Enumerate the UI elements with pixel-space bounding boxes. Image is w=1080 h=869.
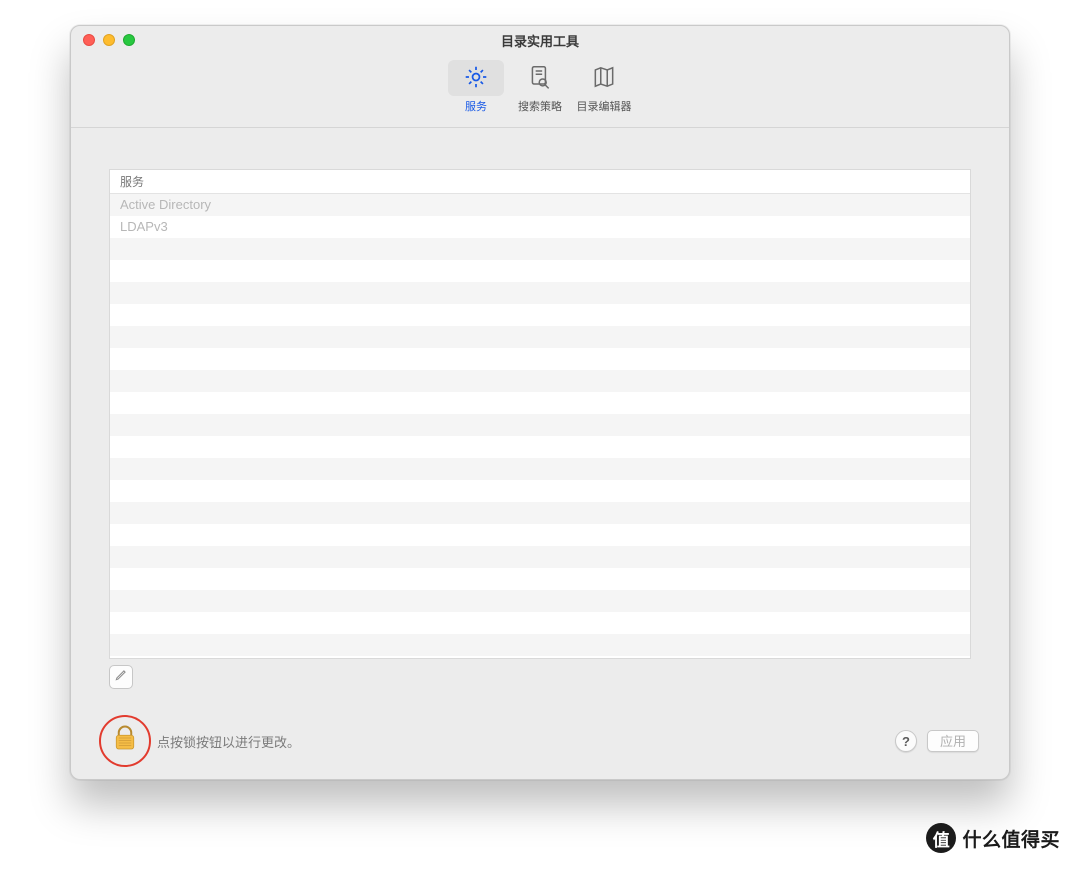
apply-button[interactable]: 应用 xyxy=(927,730,979,752)
tab-directory-editor-label: 目录编辑器 xyxy=(577,98,632,114)
titlebar: 目录实用工具 xyxy=(71,26,1009,54)
tab-services-label: 服务 xyxy=(465,98,487,114)
map-icon xyxy=(591,64,617,93)
table-row[interactable]: Active Directory xyxy=(110,194,970,216)
services-table-header[interactable]: 服务 xyxy=(110,170,970,194)
table-row xyxy=(110,480,970,502)
watermark-text: 什么值得买 xyxy=(962,825,1060,852)
table-row xyxy=(110,348,970,370)
footer: 点按锁按钮以进行更改。 ? 应用 xyxy=(99,721,979,761)
lock-button[interactable] xyxy=(99,715,151,767)
zoom-window-button[interactable] xyxy=(123,34,135,46)
table-row xyxy=(110,304,970,326)
tab-search-policy[interactable]: 搜索策略 xyxy=(508,60,572,114)
lock-icon xyxy=(110,723,140,758)
tab-search-policy-label: 搜索策略 xyxy=(518,98,562,114)
table-row xyxy=(110,656,970,658)
lock-hint-text: 点按锁按钮以进行更改。 xyxy=(157,732,300,751)
content-area: 服务 Active DirectoryLDAPv3 xyxy=(109,169,971,689)
tab-directory-editor[interactable]: 目录编辑器 xyxy=(572,60,636,114)
table-row xyxy=(110,634,970,656)
help-button[interactable]: ? xyxy=(895,730,917,752)
table-row xyxy=(110,436,970,458)
table-row xyxy=(110,414,970,436)
services-table-body: Active DirectoryLDAPv3 xyxy=(110,194,970,658)
table-row xyxy=(110,260,970,282)
table-row xyxy=(110,546,970,568)
table-row xyxy=(110,612,970,634)
close-window-button[interactable] xyxy=(83,34,95,46)
window-controls xyxy=(83,34,135,46)
table-row xyxy=(110,392,970,414)
edit-service-button[interactable] xyxy=(109,665,133,689)
table-row[interactable]: LDAPv3 xyxy=(110,216,970,238)
table-row xyxy=(110,458,970,480)
directory-utility-window: 目录实用工具 服务 xyxy=(70,25,1010,780)
table-row xyxy=(110,370,970,392)
gear-icon xyxy=(463,64,489,93)
window-title: 目录实用工具 xyxy=(71,31,1009,50)
watermark-badge: 值 xyxy=(926,823,956,853)
toolbar: 服务 搜索策略 xyxy=(71,54,1009,128)
services-table: 服务 Active DirectoryLDAPv3 xyxy=(109,169,971,659)
table-row xyxy=(110,524,970,546)
watermark: 值 什么值得买 xyxy=(926,823,1060,853)
tab-services[interactable]: 服务 xyxy=(444,60,508,114)
table-row xyxy=(110,326,970,348)
table-row xyxy=(110,282,970,304)
table-row xyxy=(110,590,970,612)
minimize-window-button[interactable] xyxy=(103,34,115,46)
table-row xyxy=(110,568,970,590)
table-row xyxy=(110,502,970,524)
document-search-icon xyxy=(527,64,553,93)
table-row xyxy=(110,238,970,260)
pencil-icon xyxy=(114,668,128,687)
